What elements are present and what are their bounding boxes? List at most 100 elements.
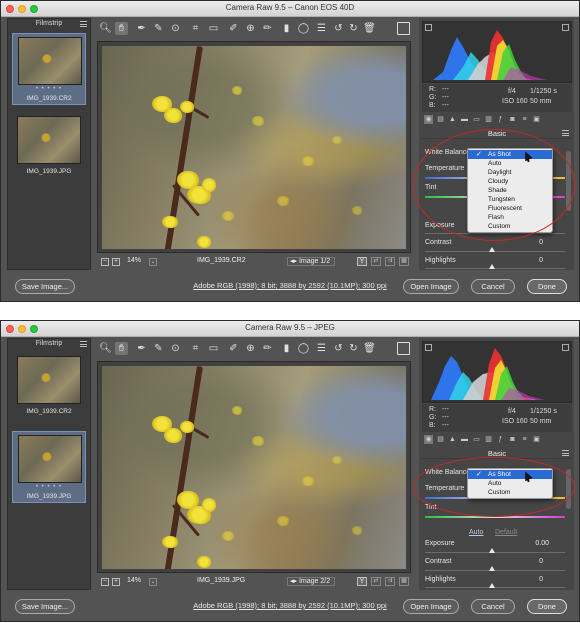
open-image-button[interactable]: Open Image xyxy=(403,599,459,614)
copy-settings-icon[interactable]: ⇉ xyxy=(385,257,395,266)
image-preview[interactable] xyxy=(97,361,411,573)
image-navigator[interactable]: ◂▸ Image 2/2 xyxy=(287,577,335,586)
highlights-slider[interactable] xyxy=(425,268,565,269)
filmstrip-menu-icon[interactable] xyxy=(80,21,87,27)
contrast-value[interactable]: 0 xyxy=(513,239,543,246)
white-balance-tool-icon[interactable]: ✒ xyxy=(135,22,148,35)
adjustment-brush-icon[interactable]: ✏ xyxy=(261,342,274,355)
red-eye-tool-icon[interactable]: ⊕ xyxy=(244,22,257,35)
presets-tab-icon[interactable]: ≡ xyxy=(520,115,529,124)
color-sampler-tool-icon[interactable]: ✎ xyxy=(152,342,165,355)
trash-icon[interactable]: 🗑︎ xyxy=(363,22,376,35)
rating-dots[interactable]: • • • • • xyxy=(13,86,85,92)
rotate-ccw-icon[interactable]: ↺ xyxy=(332,342,345,355)
zoom-out-button[interactable]: − xyxy=(101,578,109,586)
open-image-button[interactable]: Open Image xyxy=(403,279,459,294)
spot-removal-tool-icon[interactable]: ✐ xyxy=(227,22,240,35)
auto-tone-link[interactable]: Auto xyxy=(469,529,483,536)
image-navigator[interactable]: ◂▸ Image 1/2 xyxy=(287,257,335,266)
hand-tool-icon[interactable]: ✋︎ xyxy=(115,22,128,35)
hsl-tab-icon[interactable]: ▬ xyxy=(460,115,469,124)
split-toning-tab-icon[interactable]: ▭ xyxy=(472,435,481,444)
effects-tab-icon[interactable]: ƒ xyxy=(496,435,505,444)
color-sampler-tool-icon[interactable]: ✎ xyxy=(152,22,165,35)
basic-panel-menu-icon[interactable] xyxy=(562,130,569,136)
radial-filter-icon[interactable]: ◯ xyxy=(297,342,310,355)
export-icon[interactable] xyxy=(397,342,410,355)
zoom-tool-icon[interactable]: 🔍︎ xyxy=(99,22,112,35)
rotate-cw-icon[interactable]: ↻ xyxy=(347,22,360,35)
contrast-slider-knob[interactable] xyxy=(489,247,495,252)
filmstrip-thumb-jpg[interactable]: IMG_1939.JPG xyxy=(12,113,86,185)
detail-tab-icon[interactable]: ▲ xyxy=(448,115,457,124)
graduated-filter-icon[interactable]: ▮ xyxy=(280,22,293,35)
zoom-out-button[interactable]: − xyxy=(101,258,109,266)
filmstrip-thumb-cr2[interactable]: IMG_1939.CR2 xyxy=(12,353,86,425)
swap-settings-icon[interactable]: ⇄ xyxy=(371,257,381,266)
basic-panel-menu-icon[interactable] xyxy=(562,450,569,456)
cancel-button[interactable]: Cancel xyxy=(471,599,515,614)
done-button[interactable]: Done xyxy=(527,599,567,614)
presets-tab-icon[interactable]: ≡ xyxy=(520,435,529,444)
cancel-button[interactable]: Cancel xyxy=(471,279,515,294)
tone-curve-tab-icon[interactable]: ▤ xyxy=(436,115,445,124)
hand-tool-icon[interactable]: ✋︎ xyxy=(115,342,128,355)
trash-icon[interactable]: 🗑︎ xyxy=(363,342,376,355)
preferences-icon[interactable]: ☰ xyxy=(315,342,328,355)
filmstrip-thumb-cr2[interactable]: • • • • • IMG_1939.CR2 xyxy=(12,33,86,105)
highlights-slider[interactable] xyxy=(425,587,565,588)
contrast-slider[interactable] xyxy=(425,251,565,252)
lens-corrections-tab-icon[interactable]: ▥ xyxy=(484,115,493,124)
prev-next-arrows-icon[interactable]: ◂▸ xyxy=(290,578,297,585)
filmstrip-thumb-jpg[interactable]: • • • • • IMG_1939.JPG xyxy=(12,431,86,503)
zoom-level[interactable]: 14% xyxy=(127,577,141,584)
crop-tool-icon[interactable]: ⌗ xyxy=(189,22,202,35)
straighten-tool-icon[interactable]: ▭ xyxy=(207,22,220,35)
basic-tab-icon[interactable]: ◉ xyxy=(424,435,433,444)
camera-calibration-tab-icon[interactable]: ◙ xyxy=(508,115,517,124)
copy-settings-icon[interactable]: ⇉ xyxy=(385,577,395,586)
image-preview[interactable] xyxy=(97,41,411,253)
adjustment-brush-icon[interactable]: ✏ xyxy=(261,22,274,35)
zoom-in-button[interactable]: + xyxy=(112,578,120,586)
contrast-value[interactable]: 0 xyxy=(513,558,543,565)
zoom-level[interactable]: 14% xyxy=(127,257,141,264)
spot-removal-tool-icon[interactable]: ✐ xyxy=(227,342,240,355)
filmstrip-menu-icon[interactable] xyxy=(80,341,87,347)
before-after-toggle[interactable]: Y xyxy=(357,257,367,266)
camera-calibration-tab-icon[interactable]: ◙ xyxy=(508,435,517,444)
white-balance-tool-icon[interactable]: ✒ xyxy=(135,342,148,355)
basic-tab-icon[interactable]: ◉ xyxy=(424,115,433,124)
zoom-dropdown-chevron-icon[interactable]: ⌄ xyxy=(149,578,157,586)
highlights-slider-knob[interactable] xyxy=(489,583,495,588)
rotate-ccw-icon[interactable]: ↺ xyxy=(332,22,345,35)
rotate-cw-icon[interactable]: ↻ xyxy=(347,342,360,355)
red-eye-tool-icon[interactable]: ⊕ xyxy=(244,342,257,355)
highlights-slider-knob[interactable] xyxy=(489,264,495,269)
zoom-dropdown-chevron-icon[interactable]: ⌄ xyxy=(149,258,157,266)
exposure-value[interactable]: 0.00 xyxy=(519,540,549,547)
tone-curve-tab-icon[interactable]: ▤ xyxy=(436,435,445,444)
swap-settings-icon[interactable]: ⇄ xyxy=(371,577,381,586)
contrast-slider[interactable] xyxy=(425,570,565,571)
exposure-slider-knob[interactable] xyxy=(489,548,495,553)
hsl-tab-icon[interactable]: ▬ xyxy=(460,435,469,444)
toggle-defaults-icon[interactable]: ▦ xyxy=(399,577,409,586)
done-button[interactable]: Done xyxy=(527,279,567,294)
snapshots-tab-icon[interactable]: ▣ xyxy=(532,435,541,444)
lens-corrections-tab-icon[interactable]: ▥ xyxy=(484,435,493,444)
snapshots-tab-icon[interactable]: ▣ xyxy=(532,115,541,124)
export-icon[interactable] xyxy=(397,22,410,35)
targeted-adjustment-tool-icon[interactable]: ⊙ xyxy=(169,342,182,355)
toggle-defaults-icon[interactable]: ▦ xyxy=(399,257,409,266)
exposure-slider[interactable] xyxy=(425,552,565,553)
highlights-value[interactable]: 0 xyxy=(513,257,543,264)
detail-tab-icon[interactable]: ▲ xyxy=(448,435,457,444)
contrast-slider-knob[interactable] xyxy=(489,566,495,571)
effects-tab-icon[interactable]: ƒ xyxy=(496,115,505,124)
rating-dots[interactable]: • • • • • xyxy=(13,484,85,490)
preferences-icon[interactable]: ☰ xyxy=(315,22,328,35)
zoom-tool-icon[interactable]: 🔍︎ xyxy=(99,342,112,355)
zoom-in-button[interactable]: + xyxy=(112,258,120,266)
prev-next-arrows-icon[interactable]: ◂▸ xyxy=(290,258,297,265)
